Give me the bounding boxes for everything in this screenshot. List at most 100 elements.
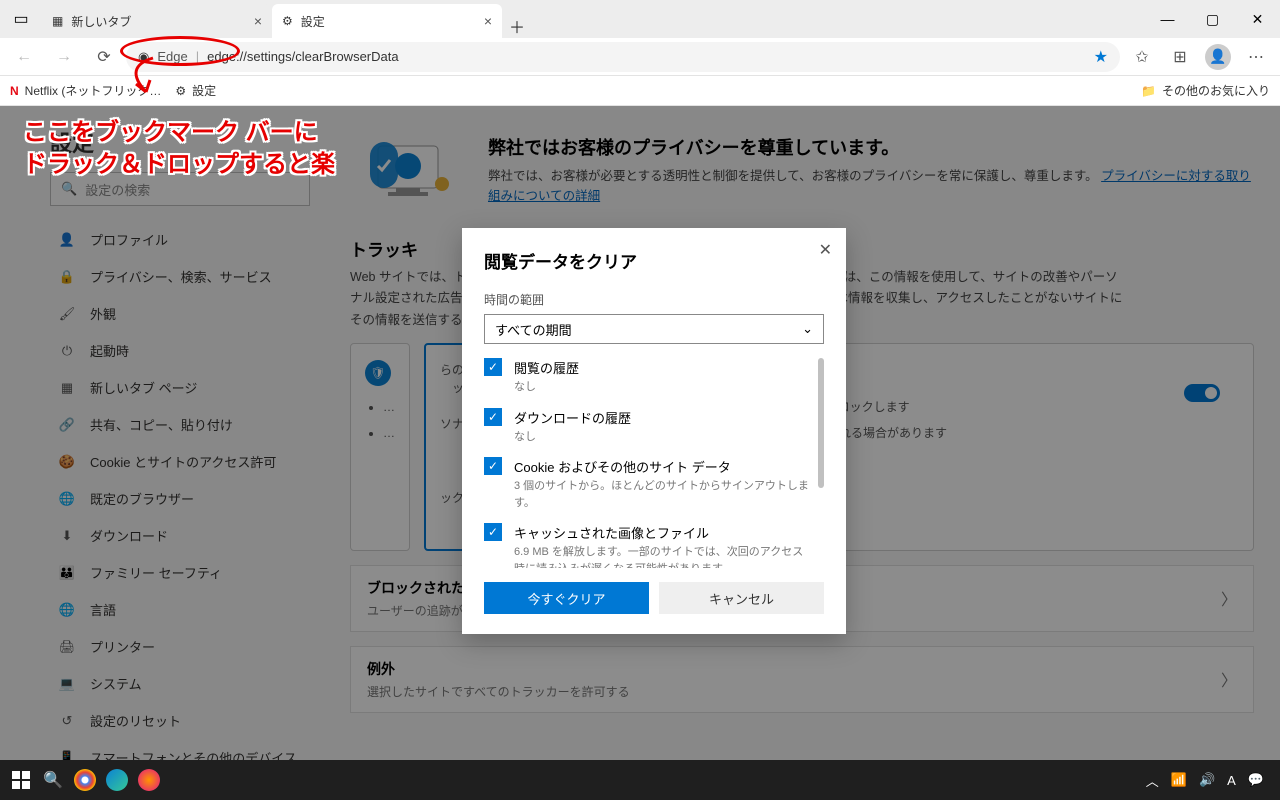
nav-label: 言語 [90, 600, 116, 619]
taskbar[interactable]: 🔍 ︿ 📶 🔊 A 💬 [0, 760, 1280, 800]
page-title: 設定 [50, 126, 310, 158]
chevron-right-icon: 〉 [1221, 586, 1237, 610]
sidebar-item[interactable]: 🖨プリンター [50, 631, 310, 662]
data-type-item[interactable]: ✓キャッシュされた画像とファイル6.9 MB を解放します。一部のサイトでは、次… [484, 523, 814, 568]
settings-sidebar: 設定 🔍 設定の検索 👤プロファイル 🔒 プライバシー、検索、サービス 🖌外観 ⏻起動時… [0, 106, 320, 760]
sidebar-item[interactable]: 🌐言語 [50, 594, 310, 625]
tab-settings[interactable]: ⚙ 設定 × [272, 4, 502, 38]
shield-icon: 🛡 [365, 360, 391, 386]
data-type-item[interactable]: ✓ ダウンロードの履歴なし [484, 408, 814, 446]
sidebar-item[interactable]: 🖌外観 [50, 298, 310, 329]
address-bar[interactable]: ◉ Edge | edge://settings/clearBrowserDat… [126, 42, 1120, 72]
close-icon[interactable]: × [484, 13, 492, 29]
cancel-button[interactable]: キャンセル [659, 582, 824, 614]
item-sub: なし [514, 429, 631, 446]
data-type-item[interactable]: ✓Cookie およびその他のサイト データ3 個のサイトから。ほとんどのサイト… [484, 457, 814, 511]
start-button[interactable] [6, 765, 36, 795]
titlebar: ▭ ▦ 新しいタブ × ⚙ 設定 × ＋ — ▢ ✕ [0, 0, 1280, 38]
chevron-right-icon: 〉 [1221, 667, 1237, 691]
item-sub: 6.9 MB を解放します。一部のサイトでは、次回のアクセス時に読み込みが遅くな… [514, 544, 814, 568]
forward-button[interactable]: → [46, 41, 82, 73]
hero-body: 弊社では、お客様が必要とする透明性と制御を提供して、お客様のプライバシーを常に保… [488, 166, 1254, 206]
sidebar-item[interactable]: ↺設定のリセット [50, 705, 310, 736]
tab-new[interactable]: ▦ 新しいタブ × [42, 4, 272, 38]
sidebar-item[interactable]: ⬇ダウンロード [50, 520, 310, 551]
checkbox[interactable]: ✓ [484, 408, 502, 426]
url-badge: Edge [157, 49, 187, 64]
data-type-list: ✓ 閲覧の履歴なし ✓ ダウンロードの履歴なし ✓ Cookie およびその他のサイト デ… [484, 358, 824, 568]
back-button[interactable]: ← [6, 41, 42, 73]
sidebar-item[interactable]: 🔒 プライバシー、検索、サービス [50, 261, 310, 292]
sidebar-item[interactable]: 💻システム [50, 668, 310, 699]
checkbox[interactable]: ✓ [484, 358, 502, 376]
nav-label: 共有、コピー、貼り付け [90, 415, 233, 434]
tray-volume-icon[interactable]: 🔊 [1199, 772, 1215, 788]
minimize-button[interactable]: — [1145, 0, 1190, 38]
search-placeholder: 設定の検索 [85, 180, 150, 199]
maximize-button[interactable]: ▢ [1190, 0, 1235, 38]
bookmark-settings[interactable]: ⚙ 設定 [175, 82, 216, 99]
nav-icon: 👪 [58, 565, 76, 581]
bookmark-bar: N Netflix (ネットフリック… ⚙ 設定 📁 その他のお気に入り [0, 76, 1280, 106]
search-icon: 🔍 [61, 181, 77, 197]
tab-title: 設定 [301, 13, 325, 30]
profile-button[interactable]: 👤 [1200, 41, 1236, 73]
search-taskbar[interactable]: 🔍 [38, 765, 68, 795]
tab-title: 新しいタブ [71, 13, 131, 30]
nav-icon: 💻 [58, 676, 76, 692]
tracking-toggle[interactable] [1184, 384, 1220, 402]
exceptions-panel[interactable]: 例外 選択したサイトですべてのトラッカーを許可する 〉 [350, 646, 1254, 713]
nav-label: プライバシー、検索、サービス [90, 267, 272, 286]
item-title: ダウンロードの履歴 [514, 408, 631, 427]
other-favorites[interactable]: 📁 その他のお気に入り [1141, 82, 1270, 99]
scrollbar[interactable] [818, 358, 824, 488]
tray-chevron-icon[interactable]: ︿ [1146, 771, 1159, 790]
close-icon[interactable]: × [254, 13, 262, 29]
reload-button[interactable]: ⟳ [86, 41, 122, 73]
tracking-card-basic[interactable]: 🛡 …… [350, 343, 410, 551]
data-type-item[interactable]: ✓ 閲覧の履歴なし [484, 358, 814, 396]
nav-icon: 🔒 [58, 269, 76, 285]
item-title: Cookie およびその他のサイト データ [514, 457, 814, 476]
tab-strip: ▦ 新しいタブ × ⚙ 設定 × ＋ [42, 0, 1145, 38]
new-tab-button[interactable]: ＋ [502, 14, 532, 38]
taskbar-chrome[interactable] [74, 769, 96, 791]
sidebar-item[interactable]: 🌐既定のブラウザー [50, 483, 310, 514]
nav-icon: 👤 [58, 232, 76, 248]
tray-notifications-icon[interactable]: 💬 [1248, 772, 1264, 788]
clear-browsing-data-dialog: ✕ 閲覧データをクリア 時間の範囲 すべての期間 ⌄ ✓閲覧の履歴なし✓ダウンロ… [462, 228, 846, 634]
sidebar-item[interactable]: 🍪Cookie とサイトのアクセス許可 [50, 446, 310, 477]
sidebar-item[interactable]: 🔗 共有、コピー、貼り付け [50, 409, 310, 440]
nav-icon: 🔗 [58, 417, 76, 433]
checkbox[interactable]: ✓ [484, 457, 502, 475]
clear-now-button[interactable]: 今すぐクリア [484, 582, 649, 614]
netflix-icon: N [10, 84, 19, 98]
nav-label: 外観 [90, 304, 116, 323]
bookmark-netflix[interactable]: N Netflix (ネットフリック… [10, 82, 161, 99]
sidebar-item[interactable]: ⏻起動時 [50, 335, 310, 366]
favorites-button[interactable]: ✩ [1124, 41, 1160, 73]
close-dialog-button[interactable]: ✕ [819, 240, 832, 260]
menu-button[interactable]: ⋯ [1238, 41, 1274, 73]
tab-actions-button[interactable]: ▭ [4, 2, 38, 36]
gear-icon: ⚙ [175, 84, 186, 98]
taskbar-edge[interactable] [106, 769, 128, 791]
favorite-star-icon[interactable]: ★ [1094, 47, 1108, 67]
settings-search[interactable]: 🔍 設定の検索 [50, 172, 310, 206]
sidebar-item[interactable]: 👪ファミリー セーフティ [50, 557, 310, 588]
sidebar-item[interactable]: 📱スマートフォンとその他のデバイス [50, 742, 310, 760]
item-sub: なし [514, 379, 579, 396]
gear-icon: ⚙ [282, 14, 293, 28]
close-window-button[interactable]: ✕ [1235, 0, 1280, 38]
sidebar-item[interactable]: ▦新しいタブ ページ [50, 372, 310, 403]
nav-label: プリンター [90, 637, 155, 656]
checkbox[interactable]: ✓ [484, 523, 502, 541]
sidebar-item[interactable]: 👤プロファイル [50, 224, 310, 255]
nav-label: ダウンロード [90, 526, 168, 545]
taskbar-firefox[interactable] [138, 769, 160, 791]
time-range-select[interactable]: すべての期間 ⌄ [484, 314, 824, 344]
collections-button[interactable]: ⊞ [1162, 41, 1198, 73]
tray-ime[interactable]: A [1227, 773, 1236, 788]
tray-network-icon[interactable]: 📶 [1171, 772, 1187, 788]
item-title: 閲覧の履歴 [514, 358, 579, 377]
